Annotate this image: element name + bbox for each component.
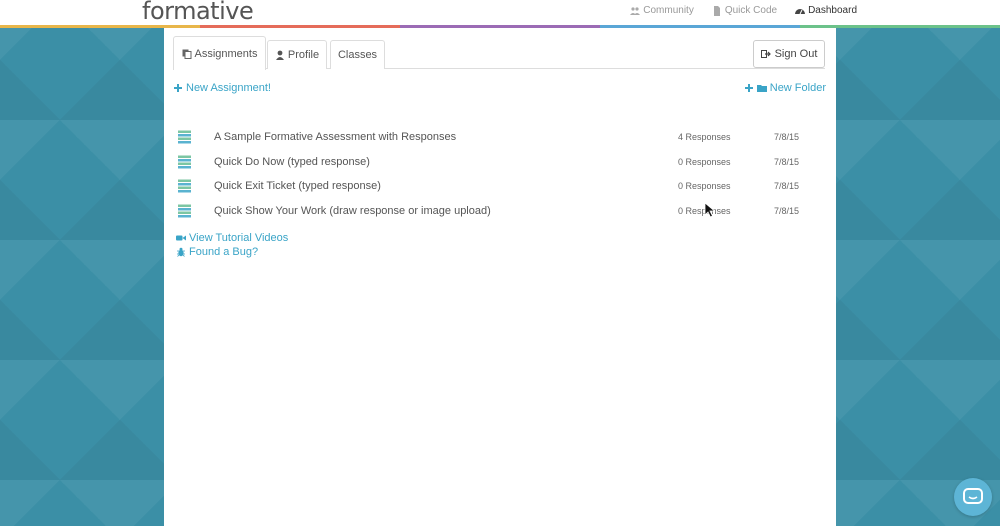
tab-assignments-label: Assignments [194, 47, 258, 60]
assignment-row[interactable]: Quick Show Your Work (draw response or i… [178, 199, 818, 224]
document-icon [178, 130, 191, 144]
tutorial-videos-link[interactable]: View Tutorial Videos [176, 232, 288, 244]
mouse-cursor-icon [704, 202, 716, 218]
plus-icon [174, 84, 182, 92]
nav-community[interactable]: Community [630, 5, 694, 16]
document-icon [178, 155, 191, 168]
found-bug-label: Found a Bug? [189, 246, 259, 258]
sign-out-button[interactable]: Sign Out [753, 40, 825, 68]
assignment-row[interactable]: Quick Do Now (typed response) 0 Response… [178, 150, 818, 175]
assignment-responses[interactable]: 0 Responses [678, 181, 731, 191]
tutorial-videos-label: View Tutorial Videos [189, 232, 289, 244]
chat-icon [963, 488, 983, 504]
user-icon [275, 50, 284, 60]
tab-assignments[interactable]: Assignments [173, 36, 266, 70]
assignment-title[interactable]: A Sample Formative Assessment with Respo… [214, 131, 456, 143]
assignment-responses[interactable]: 4 Responses [678, 132, 731, 142]
tab-classes[interactable]: Classes [330, 40, 385, 69]
assignment-title[interactable]: Quick Show Your Work (draw response or i… [214, 205, 491, 217]
assignment-responses[interactable]: 0 Responses [678, 157, 731, 167]
formative-logo[interactable]: formative [142, 0, 254, 25]
main-panel: Assignments Profile Classes Sign Out New… [164, 28, 836, 526]
assignment-title[interactable]: Quick Exit Ticket (typed response) [214, 180, 381, 192]
folder-icon [756, 85, 767, 92]
assignment-row[interactable]: Quick Exit Ticket (typed response) 0 Res… [178, 174, 818, 199]
tab-classes-label: Classes [337, 49, 378, 61]
new-assignment-label: New Assignment! [186, 82, 271, 94]
assignment-row[interactable]: A Sample Formative Assessment with Respo… [178, 125, 818, 150]
document-icon [178, 179, 191, 193]
sign-out-label: Sign Out [774, 48, 818, 60]
assignment-date: 7/8/15 [774, 156, 800, 167]
document-icon [178, 204, 191, 217]
assignment-date: 7/8/15 [774, 205, 800, 216]
assignment-title[interactable]: Quick Do Now (typed response) [214, 156, 370, 168]
nav-community-label: Community [643, 5, 694, 16]
assignment-date: 7/8/15 [774, 132, 800, 143]
top-nav: Community Quick Code Dashboard [630, 5, 857, 16]
copy-icon [182, 49, 191, 59]
found-bug-link[interactable]: Found a Bug? [176, 246, 258, 258]
new-assignment-link[interactable]: New Assignment! [173, 82, 271, 94]
nav-quick-code-label: Quick Code [724, 5, 778, 16]
nav-dashboard-label: Dashboard [808, 5, 857, 16]
new-folder-link[interactable]: New Folder [744, 82, 826, 94]
assignment-list: A Sample Formative Assessment with Respo… [178, 125, 818, 223]
bug-icon [177, 247, 185, 257]
plus-icon [744, 84, 753, 92]
nav-quick-code[interactable]: Quick Code [712, 5, 777, 16]
video-camera-icon [176, 235, 186, 241]
file-icon [713, 5, 720, 16]
tab-bar: Assignments Profile Classes [173, 36, 825, 70]
tab-profile-label: Profile [287, 49, 320, 61]
chat-launcher-button[interactable] [954, 478, 992, 516]
new-folder-label: New Folder [769, 82, 826, 94]
nav-dashboard[interactable]: Dashboard [795, 5, 857, 16]
top-bar: formative Community Quick Code Dashboard [0, 0, 1000, 28]
tab-profile[interactable]: Profile [267, 40, 327, 69]
users-icon [630, 6, 641, 15]
sign-out-icon [760, 50, 771, 58]
assignment-date: 7/8/15 [774, 181, 800, 192]
dashboard-icon [795, 8, 806, 14]
